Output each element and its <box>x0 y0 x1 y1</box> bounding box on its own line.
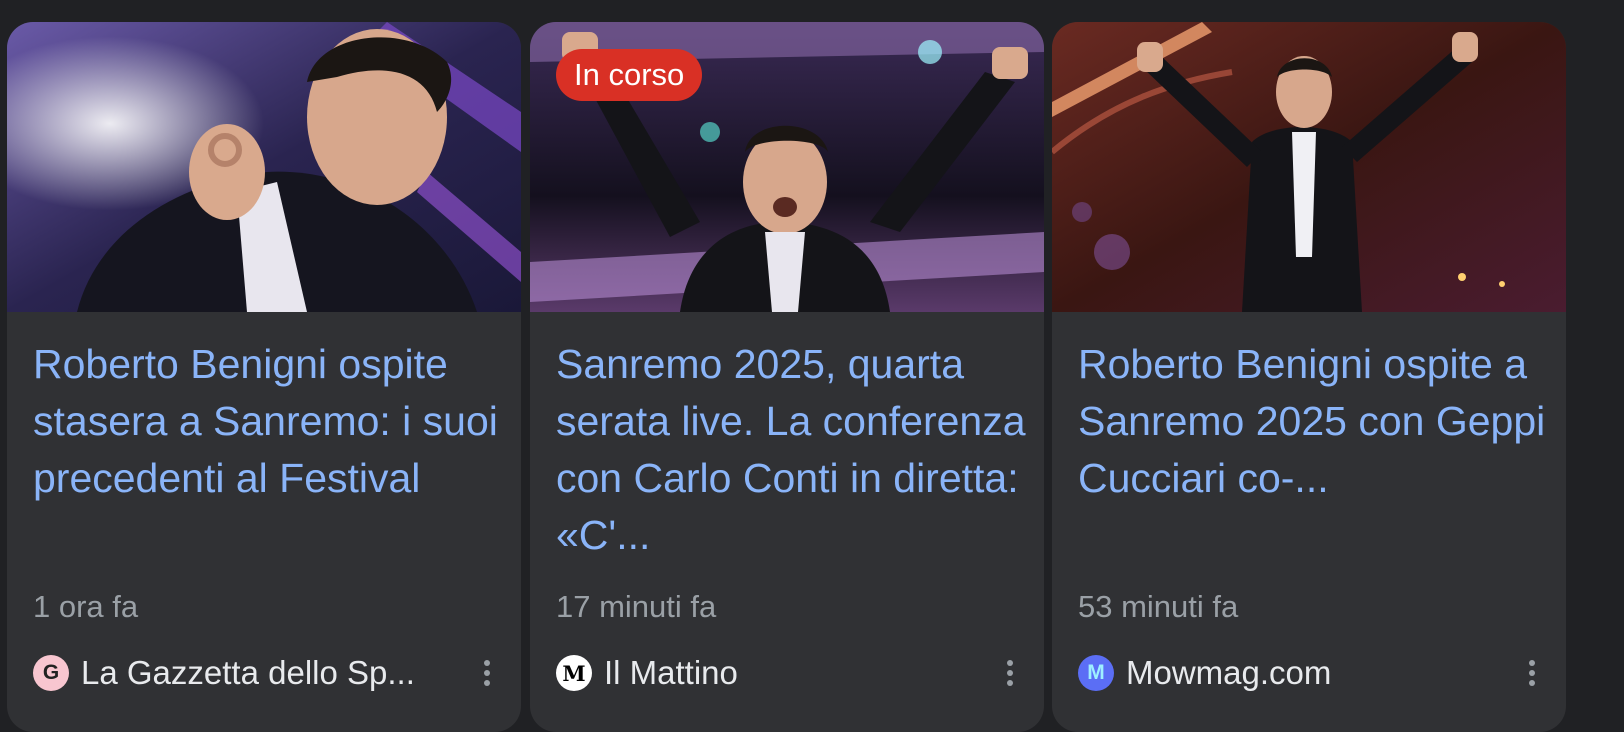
news-card[interactable]: In corso Sanremo 2025, quarta serata liv… <box>530 22 1044 732</box>
live-badge: In corso <box>556 49 703 101</box>
news-title[interactable]: Sanremo 2025, quarta serata live. La con… <box>556 336 1026 564</box>
more-vert-icon[interactable] <box>994 657 1026 689</box>
more-vert-icon[interactable] <box>1516 657 1548 689</box>
source-logo-icon: M <box>1078 655 1114 691</box>
photo-benigni-on-stage-icon <box>1052 22 1566 312</box>
news-timestamp: 17 minuti fa <box>556 589 717 624</box>
source-logo-icon: G <box>33 655 69 691</box>
more-vert-icon[interactable] <box>471 657 503 689</box>
news-timestamp: 53 minuti fa <box>1078 589 1239 624</box>
news-card[interactable]: Roberto Benigni ospite a Sanremo 2025 co… <box>1052 22 1566 732</box>
news-title[interactable]: Roberto Benigni ospite stasera a Sanremo… <box>33 336 503 507</box>
news-source: G La Gazzetta dello Sp... <box>33 653 503 693</box>
photo-benigni-gesturing-icon <box>7 22 521 312</box>
source-name[interactable]: Mowmag.com <box>1126 653 1486 693</box>
news-thumbnail[interactable] <box>7 22 521 312</box>
source-name[interactable]: Il Mattino <box>604 653 964 693</box>
source-name[interactable]: La Gazzetta dello Sp... <box>81 653 441 693</box>
news-card[interactable]: Roberto Benigni ospite stasera a Sanremo… <box>7 22 521 732</box>
source-logo-icon: M <box>556 655 592 691</box>
news-title[interactable]: Roberto Benigni ospite a Sanremo 2025 co… <box>1078 336 1548 507</box>
news-timestamp: 1 ora fa <box>33 589 139 624</box>
news-thumbnail[interactable]: In corso <box>530 22 1044 312</box>
news-source: M Il Mattino <box>556 653 1026 693</box>
news-thumbnail[interactable] <box>1052 22 1566 312</box>
news-source: M Mowmag.com <box>1078 653 1548 693</box>
news-carousel: Roberto Benigni ospite stasera a Sanremo… <box>0 0 1624 732</box>
